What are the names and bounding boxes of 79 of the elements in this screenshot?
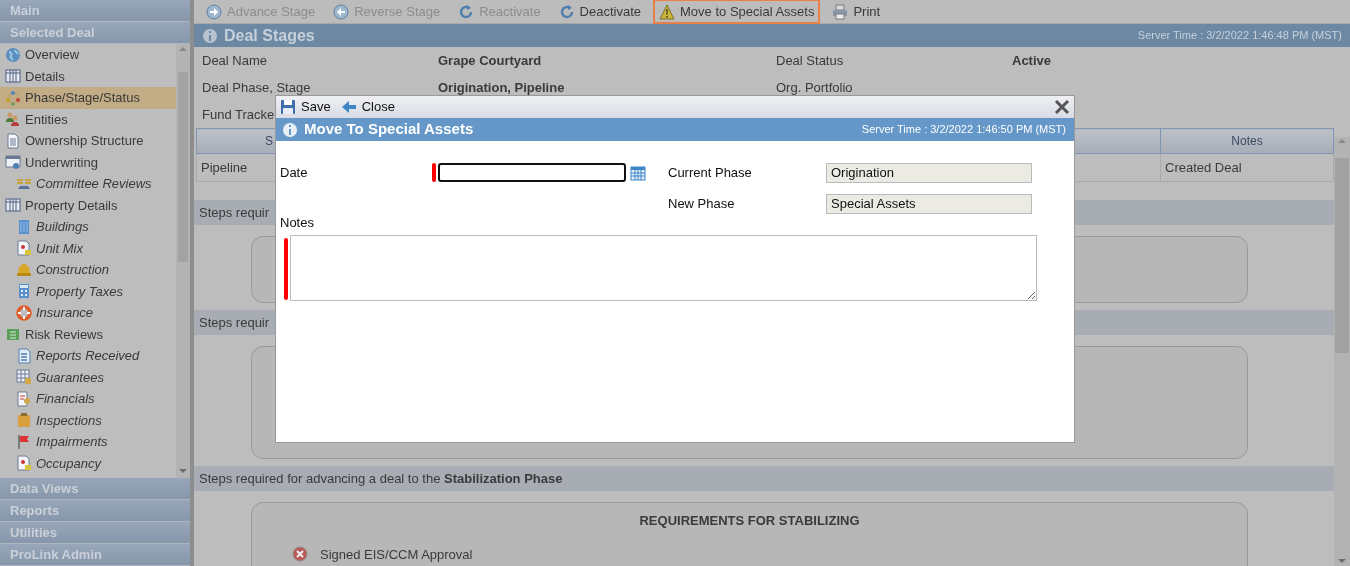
- globe-icon: [5, 46, 21, 63]
- sidebar-item[interactable]: Risk Reviews: [0, 323, 176, 345]
- field-value: Origination, Pipeline: [438, 78, 565, 97]
- close-button[interactable]: [1054, 99, 1070, 115]
- sidebar-item[interactable]: Committee Reviews: [0, 173, 176, 195]
- document-icon: [5, 132, 21, 149]
- info-icon: [202, 27, 218, 44]
- sidebar-item[interactable]: Underwriting: [0, 151, 176, 173]
- calculator-icon: [16, 283, 32, 300]
- lifebuoy-icon: [16, 304, 32, 321]
- document-icon: [16, 240, 32, 257]
- sidebar-item[interactable]: Construction: [0, 259, 176, 281]
- field-label: Current Phase: [668, 163, 753, 182]
- notes-field[interactable]: [290, 234, 1037, 301]
- toolbar-button[interactable]: Close: [340, 97, 395, 117]
- window-icon: [5, 154, 21, 171]
- field-label: Deal Name: [202, 51, 268, 70]
- save-icon: [280, 99, 296, 115]
- server-time: Server Time : 3/2/2022 1:46:48 PM (MST): [1137, 28, 1342, 44]
- document-icon: [16, 455, 32, 472]
- people-icon: [5, 111, 21, 128]
- toolbar-button[interactable]: Deactivate: [552, 0, 648, 25]
- info-icon: [282, 121, 298, 138]
- sidebar-item[interactable]: Entities: [0, 108, 176, 130]
- sidebar-item[interactable]: Reports Received: [0, 345, 176, 367]
- toolbar-button[interactable]: Print: [826, 0, 887, 25]
- readonly-field: Origination: [826, 162, 1032, 183]
- panel-title: Deal Stages: [224, 25, 315, 46]
- step-text: Steps requir: [199, 205, 270, 220]
- field-label: Date: [280, 163, 309, 182]
- field-label: Deal Status: [776, 51, 844, 70]
- money-icon: [5, 326, 21, 343]
- building-icon: [16, 218, 32, 235]
- grid-icon: [16, 369, 32, 386]
- readonly-field: Special Assets: [826, 193, 1032, 214]
- sidebar-item[interactable]: Unit Mix: [0, 237, 176, 259]
- left-arrow-icon: [340, 99, 357, 115]
- refresh-icon: [558, 3, 575, 20]
- warning-icon: [659, 3, 676, 20]
- table-icon: [5, 197, 21, 214]
- sidebar-item[interactable]: Buildings: [0, 216, 176, 238]
- server-time: Server Time : 3/2/2022 1:46:50 PM (MST): [861, 122, 1066, 138]
- sidebar-item[interactable]: Property Taxes: [0, 280, 176, 302]
- table-icon: [5, 68, 21, 85]
- sidebar-item[interactable]: Inspections: [0, 409, 176, 431]
- sidebar-item[interactable]: Impairments: [0, 431, 176, 453]
- sidebar-item[interactable]: Phase/Stage/Status: [0, 87, 176, 109]
- field-label: Deal Phase, Stage: [202, 78, 311, 97]
- field-value: Grape Courtyard: [438, 51, 542, 70]
- clipboard-icon: [16, 412, 32, 429]
- sidebar-item[interactable]: Details: [0, 65, 176, 87]
- sidebar-item[interactable]: Ownership Structure: [0, 130, 176, 152]
- flag-icon: [16, 433, 32, 450]
- sidebar-item[interactable]: Occupancy: [0, 452, 176, 474]
- field-label: Fund Tracke: [202, 105, 275, 124]
- sidebar-item[interactable]: Insurance: [0, 302, 176, 324]
- requirement-label: Signed EIS/CCM Approval: [320, 545, 473, 564]
- field-value: Active: [1012, 51, 1052, 70]
- step-text: Steps requir: [199, 315, 270, 330]
- step-text: Steps required for advancing a deal to the Stabilization Phase: [199, 471, 563, 486]
- sidebar-item[interactable]: Property Details: [0, 194, 176, 216]
- calendar-icon[interactable]: [630, 164, 646, 181]
- cycle-icon: [5, 89, 21, 106]
- sidebar-item[interactable]: Financials: [0, 388, 176, 410]
- helmet-icon: [16, 261, 32, 278]
- refresh-icon: [458, 3, 475, 20]
- field-label: Notes: [279, 214, 315, 232]
- sidebar-item[interactable]: Overview: [0, 44, 176, 66]
- toolbar-button[interactable]: Save: [280, 97, 331, 117]
- ledger-icon: [16, 390, 32, 407]
- column-header[interactable]: Notes: [1160, 128, 1334, 154]
- printer-icon: [832, 3, 849, 20]
- field-label: Org. Portfolio: [776, 78, 853, 97]
- sidebar-item[interactable]: Guarantees: [0, 366, 176, 388]
- requirements-title: REQUIREMENTS FOR STABILIZING: [638, 512, 861, 530]
- field-label: New Phase: [668, 194, 736, 213]
- date-field[interactable]: [438, 163, 626, 182]
- document-icon: [16, 347, 32, 364]
- table-cell: Created Deal: [1160, 153, 1334, 182]
